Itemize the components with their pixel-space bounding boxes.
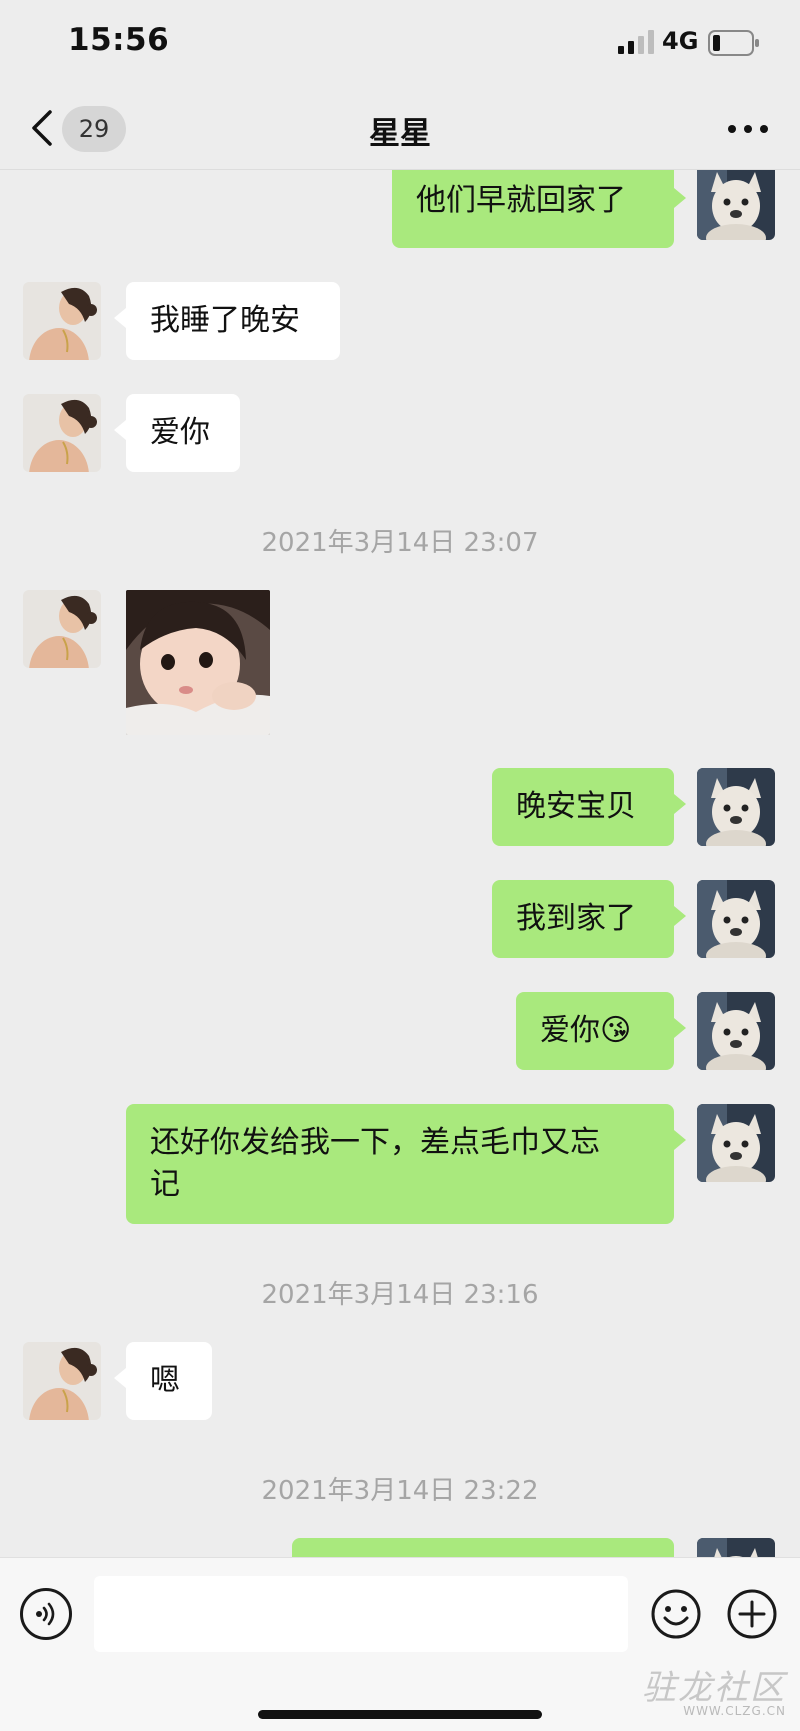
home-indicator[interactable]	[258, 1710, 542, 1719]
message-bubble-outgoing[interactable]	[292, 1538, 674, 1557]
my-avatar[interactable]	[697, 1538, 775, 1557]
status-bar: 15:56 4G	[0, 0, 800, 88]
kiss-emoji-icon: 😘	[600, 1013, 632, 1048]
dog-avatar-image	[697, 170, 775, 240]
child-photo-image	[126, 590, 270, 735]
woman-avatar-image	[23, 590, 101, 668]
woman-avatar-image	[23, 282, 101, 360]
dog-avatar-image	[697, 1538, 775, 1557]
signal-bars-icon	[618, 30, 654, 54]
my-avatar[interactable]	[697, 768, 775, 846]
contact-avatar[interactable]	[23, 1342, 101, 1420]
message-list[interactable]: 他们早就回家了 我睡了晚安 爱你 2021年3月14日 23:07 晚安宝贝 我…	[0, 170, 800, 1557]
battery-low-icon	[708, 30, 759, 56]
message-bubble-outgoing[interactable]: 他们早就回家了	[392, 170, 686, 248]
dog-avatar-image	[697, 768, 775, 846]
message-text-line: 记	[150, 1167, 180, 1202]
message-bubble-incoming[interactable]: 爱你	[114, 394, 240, 472]
more-actions-button[interactable]	[726, 1588, 778, 1640]
my-avatar[interactable]	[697, 1104, 775, 1182]
message-timestamp: 2021年3月14日 23:22	[261, 1476, 539, 1506]
dog-avatar-image	[697, 880, 775, 958]
message-input-bar: 驻龙社区 WWW.CLZG.CN	[0, 1557, 800, 1731]
contact-avatar[interactable]	[23, 394, 101, 472]
status-time: 15:56	[68, 22, 170, 58]
chat-screen: 15:56 4G 29 星星 他们早就回家了 我睡了晚安 爱你 2021年3月1…	[0, 0, 800, 1731]
message-text: 我到家了	[516, 901, 636, 936]
watermark-logo: 驻龙社区	[642, 1668, 786, 1708]
message-bubble-outgoing[interactable]: 还好你发给我一下，差点毛巾又忘 记	[126, 1104, 686, 1224]
voice-icon	[36, 1602, 55, 1626]
message-input[interactable]	[94, 1576, 628, 1652]
message-text-line: 还好你发给我一下，差点毛巾又忘	[150, 1125, 600, 1160]
message-timestamp: 2021年3月14日 23:07	[261, 528, 539, 558]
chat-title: 星星	[369, 116, 431, 152]
message-text: 爱你	[150, 415, 210, 450]
image-message[interactable]	[126, 590, 270, 735]
message-bubble-outgoing[interactable]: 我到家了	[492, 880, 686, 958]
message-timestamp: 2021年3月14日 23:16	[261, 1280, 539, 1310]
emoji-button[interactable]	[650, 1588, 702, 1640]
message-bubble-incoming[interactable]: 我睡了晚安	[114, 282, 340, 360]
woman-avatar-image	[23, 1342, 101, 1420]
smiley-icon	[651, 1589, 701, 1639]
message-bubble-outgoing[interactable]: 晚安宝贝	[492, 768, 686, 846]
message-text: 嗯	[150, 1363, 180, 1398]
contact-avatar[interactable]	[23, 590, 101, 668]
message-text: 爱你	[540, 1013, 600, 1048]
ellipsis-icon[interactable]	[726, 114, 770, 144]
message-bubble-incoming[interactable]: 嗯	[114, 1342, 212, 1420]
my-avatar[interactable]	[697, 992, 775, 1070]
contact-avatar[interactable]	[23, 282, 101, 360]
dog-avatar-image	[697, 1104, 775, 1182]
message-text: 晚安宝贝	[516, 789, 636, 824]
my-avatar[interactable]	[697, 880, 775, 958]
my-avatar[interactable]	[697, 170, 775, 240]
message-text: 我睡了晚安	[150, 303, 300, 338]
watermark-url: WWW.CLZG.CN	[683, 1704, 786, 1718]
woman-avatar-image	[23, 394, 101, 472]
dog-avatar-image	[697, 992, 775, 1070]
network-label: 4G	[662, 27, 699, 55]
plus-circle-icon	[727, 1589, 777, 1639]
navigation-bar: 29 星星	[0, 88, 800, 170]
message-text: 他们早就回家了	[416, 183, 626, 218]
message-bubble-outgoing[interactable]: 爱你😘	[516, 992, 686, 1070]
voice-button[interactable]	[20, 1588, 72, 1640]
